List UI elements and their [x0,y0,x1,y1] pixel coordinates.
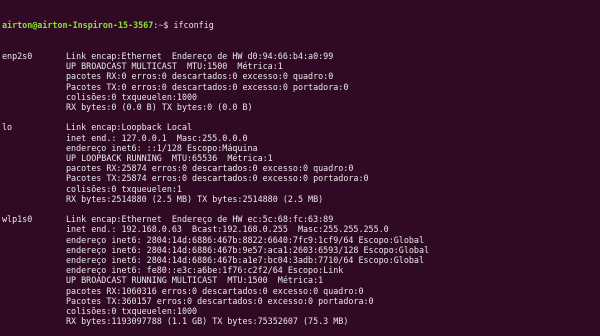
interface-row: enp2s0 Link encap:Ethernet Endereço de HW… [2,51,600,61]
interface-name-indent [2,92,66,102]
interface-row: inet end.: 192.168.0.63 Bcast:192.168.0.… [2,224,600,234]
interface-row: colisões:0 txqueuelen:1000 [2,306,600,316]
interface-name-indent [2,153,66,163]
interface-detail-line: inet end.: 192.168.0.63 Bcast:192.168.0.… [66,224,389,235]
interface-row: wlp1s0 Link encap:Ethernet Endereço de HW… [2,214,600,224]
interface-row: endereço inet6: 2804:14d:6886:467b:a1e7:… [2,255,600,265]
interface-name-indent [2,235,66,245]
interface-detail-line: endereço inet6: 2804:14d:6886:467b:a1e7:… [66,255,424,266]
interface-row: Pacotes TX:0 erros:0 descartados:0 exces… [2,82,600,92]
interface-row: lo Link encap:Loopback Local [2,122,600,132]
interface-detail-line: endereço inet6: 2804:14d:6886:467b:8822:… [66,234,424,245]
interface-detail-line: pacotes RX:0 erros:0 descartados:0 exces… [66,71,334,82]
interface-name-indent [2,133,66,143]
prompt-symbol: $ [163,20,169,31]
interface-detail-line: inet end.: 127.0.0.1 Masc:255.0.0.0 [66,132,248,143]
interface-detail-line: Pacotes TX:360157 erros:0 descartados:0 … [66,295,374,306]
interface-row: UP BROADCAST MULTICAST MTU:1500 Métrica:… [2,61,600,71]
interface-row: pacotes RX:1060316 erros:0 descartados:0… [2,286,600,296]
interface-row: Pacotes TX:360157 erros:0 descartados:0 … [2,296,600,306]
interface-row: UP LOOPBACK RUNNING MTU:65536 Métrica:1 [2,153,600,163]
interface-block-enp2s0: enp2s0 Link encap:Ethernet Endereço de HW… [2,51,600,112]
interface-name-indent [2,102,66,112]
interface-row: endereço inet6: fe80::e3c:a6be:1f76:c2f2… [2,265,600,275]
interface-row: RX bytes:1193097788 (1.1 GB) TX bytes:75… [2,316,600,326]
interface-name-indent [2,173,66,183]
interface-name-indent [2,71,66,81]
interface-detail-line: RX bytes:2514880 (2.5 MB) TX bytes:25148… [66,193,324,204]
interface-detail-line: Pacotes TX:25874 erros:0 descartados:0 e… [66,173,369,184]
interface-detail-line: colisões:0 txqueuelen:1 [66,183,182,194]
interface-detail-line: UP BROADCAST MULTICAST MTU:1500 Métrica:… [66,61,283,72]
interface-name-indent [2,61,66,71]
interface-row: endereço inet6: 2804:14d:6886:467b:9e57:… [2,245,600,255]
interface-name-indent [2,163,66,173]
interface-detail-line: UP BROADCAST RUNNING MULTICAST MTU:1500 … [66,275,324,286]
interface-row: RX bytes:0 (0.0 B) TX bytes:0 (0.0 B) [2,102,600,112]
interface-detail-line: endereço inet6: 2804:14d:6886:467b:9e57:… [66,244,430,255]
interface-detail-line: colisões:0 txqueuelen:1000 [66,91,198,102]
terminal-window[interactable]: airton@airton-Inspiron-15-3567:~$ ifconf… [0,0,600,336]
interface-detail-line: RX bytes:0 (0.0 B) TX bytes:0 (0.0 B) [66,102,253,113]
interface-detail-line: Pacotes TX:0 erros:0 descartados:0 exces… [66,81,349,92]
interface-block-wlp1s0: wlp1s0 Link encap:Ethernet Endereço de HW… [2,214,600,326]
interface-detail-line: Link encap:Ethernet Endereço de HW d0:94… [66,51,334,62]
interface-name-indent [2,245,66,255]
interface-name: lo [2,122,13,133]
interface-block-lo: lo Link encap:Loopback Local inet end.: 12… [2,122,600,204]
interface-row: inet end.: 127.0.0.1 Masc:255.0.0.0 [2,133,600,143]
interface-row: endereço inet6: 2804:14d:6886:467b:8822:… [2,235,600,245]
interface-detail-line: UP LOOPBACK RUNNING MTU:65536 Métrica:1 [66,153,273,164]
interface-row: pacotes RX:25874 erros:0 descartados:0 e… [2,163,600,173]
interface-name-indent [2,143,66,153]
interface-name: enp2s0 [2,51,33,62]
interface-name-indent [2,194,66,204]
interface-detail-line: endereço inet6: ::1/128 Escopo:Máquina [66,142,258,153]
interface-detail-line: endereço inet6: fe80::e3c:a6be:1f76:c2f2… [66,265,344,276]
interface-detail-line: colisões:0 txqueuelen:1000 [66,306,198,317]
interface-name-indent [2,255,66,265]
prompt-user-host: airton@airton-Inspiron-15-3567 [2,20,154,31]
interface-row: colisões:0 txqueuelen:1000 [2,92,600,102]
interface-row: Pacotes TX:25874 erros:0 descartados:0 e… [2,173,600,183]
interface-detail-line: Link encap:Ethernet Endereço de HW ec:5c… [66,214,334,225]
interface-name-indent [2,316,66,326]
interface-name: wlp1s0 [2,214,33,225]
interface-row: pacotes RX:0 erros:0 descartados:0 exces… [2,71,600,81]
ifconfig-output: enp2s0 Link encap:Ethernet Endereço de HW… [2,51,600,326]
interface-detail-line: Link encap:Loopback Local [66,122,193,133]
prompt-command: ifconfig [173,20,214,31]
interface-row: endereço inet6: ::1/128 Escopo:Máquina [2,143,600,153]
interface-detail-line: RX bytes:1193097788 (1.1 GB) TX bytes:75… [66,316,349,327]
interface-row: colisões:0 txqueuelen:1 [2,184,600,194]
interface-name-indent [2,265,66,275]
interface-name-indent [2,286,66,296]
interface-name-indent [2,296,66,306]
interface-name-indent [2,306,66,316]
interface-row: UP BROADCAST RUNNING MULTICAST MTU:1500 … [2,275,600,285]
interface-name-indent [2,184,66,194]
interface-name-indent [2,82,66,92]
interface-name-indent [2,275,66,285]
command-prompt-line: airton@airton-Inspiron-15-3567:~$ ifconf… [2,20,600,30]
interface-row: RX bytes:2514880 (2.5 MB) TX bytes:25148… [2,194,600,204]
interface-detail-line: pacotes RX:25874 erros:0 descartados:0 e… [66,163,354,174]
interface-name-indent [2,224,66,234]
interface-detail-line: pacotes RX:1060316 erros:0 descartados:0… [66,285,364,296]
